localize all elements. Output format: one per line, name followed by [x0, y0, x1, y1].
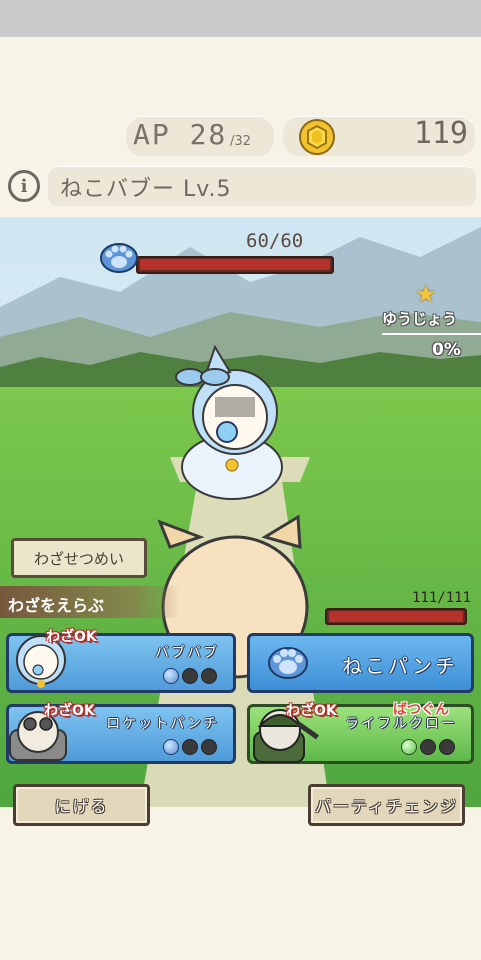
select-skill-label: わざをえらぶ	[8, 596, 105, 615]
enemy-hp-text: 60/60	[246, 230, 304, 252]
coin-count: 119	[413, 116, 468, 151]
charge-dot	[401, 739, 417, 755]
super-effective-badge: ばつぐん	[393, 702, 449, 718]
charge-dot	[163, 668, 179, 684]
player-hp-text: 111/111	[412, 590, 472, 606]
charge-dot	[420, 739, 436, 755]
party-change-button[interactable]: パーティチェンジ	[308, 784, 465, 826]
skill-charges	[163, 739, 217, 755]
skill-ready-badge: わざOK	[44, 703, 95, 719]
star-icon: ★	[415, 280, 437, 308]
paw-icon	[100, 243, 138, 273]
ap-max: /32	[230, 134, 251, 149]
charge-dot	[439, 739, 455, 755]
charge-dot	[182, 668, 198, 684]
skill-help-button[interactable]: わざせつめい	[11, 538, 147, 578]
charge-dot	[163, 739, 179, 755]
charge-dot	[201, 739, 217, 755]
run-button[interactable]: にげる	[13, 784, 150, 826]
player-hp-fill	[329, 611, 463, 622]
skill-name: バブバブ	[155, 645, 219, 661]
ap-value: AP 28	[133, 118, 228, 151]
skill-charges	[163, 668, 217, 684]
friendship-divider	[382, 333, 481, 335]
neko-punch-label: ねこパンチ	[342, 654, 458, 678]
info-icon[interactable]: i	[8, 170, 40, 202]
charge-dot	[201, 668, 217, 684]
skill-name: ロケットパンチ	[106, 716, 219, 732]
skill-ready-badge: わざOK	[46, 629, 97, 645]
skill-ready-badge: わざOK	[286, 703, 337, 719]
paw-icon	[268, 647, 308, 679]
enemy-hp-fill	[140, 259, 330, 270]
coin-icon	[299, 119, 335, 155]
status-bar	[0, 0, 481, 37]
friendship-label: ゆうじょう	[382, 310, 458, 328]
friendship-percent: 0%	[432, 340, 461, 360]
charge-dot	[182, 739, 198, 755]
skill-charges	[401, 739, 455, 755]
enemy-name: ねこバブー Lv.5	[60, 177, 232, 202]
